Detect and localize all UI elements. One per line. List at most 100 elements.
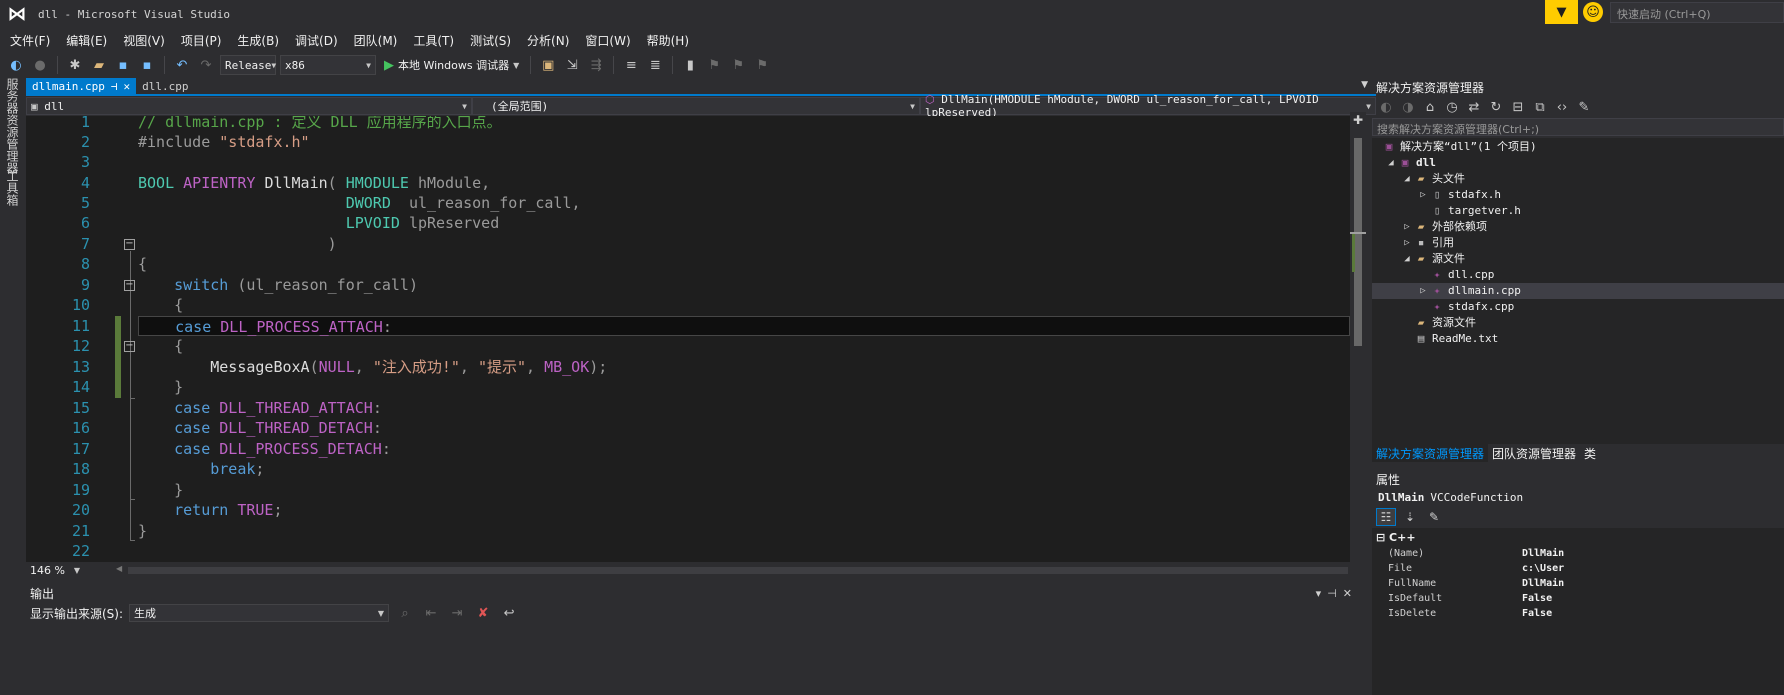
redo-icon[interactable]: ↷ <box>196 55 216 75</box>
menu-item-10[interactable]: 窗口(W) <box>577 32 638 49</box>
start-debugging-button[interactable]: ▶ 本地 Windows 调试器 ▼ <box>380 55 523 75</box>
menu-item-11[interactable]: 帮助(H) <box>639 32 697 49</box>
collapse-all-icon[interactable]: ⊟ <box>1508 97 1528 117</box>
menu-item-0[interactable]: 文件(F) <box>2 32 58 49</box>
properties-wrench-icon[interactable]: ✎ <box>1574 97 1594 117</box>
split-window-icon[interactable]: ✚ <box>1352 114 1364 126</box>
tab-overflow-chevron-icon[interactable]: ▼ <box>1361 80 1368 90</box>
history-icon[interactable]: ◷ <box>1442 97 1462 117</box>
tree-item[interactable]: ✦ dll.cpp <box>1372 267 1784 283</box>
collapsed-triangle-icon[interactable]: ▷ <box>1418 187 1428 203</box>
home-icon[interactable]: ⌂ <box>1420 97 1440 117</box>
clear-all-icon[interactable]: ✘ <box>473 603 493 623</box>
tree-item[interactable]: ▰ 资源文件 <box>1372 315 1784 331</box>
menu-item-8[interactable]: 测试(S) <box>462 32 519 49</box>
properties-object-selector[interactable]: DllMain VCCodeFunction <box>1372 488 1784 506</box>
alphabetical-icon[interactable]: ⇣ <box>1400 508 1420 526</box>
property-pages-wrench-icon[interactable]: ✎ <box>1424 508 1444 526</box>
scrollbar-thumb[interactable] <box>128 567 1348 574</box>
property-row[interactable]: FullName DllMain <box>1372 576 1784 591</box>
tree-item[interactable]: ▤ ReadMe.txt <box>1372 331 1784 347</box>
editor-horizontal-scrollbar[interactable]: ◀ <box>116 564 1366 576</box>
tree-item[interactable]: ▷ ▰ 外部依赖项 <box>1372 219 1784 235</box>
member-dropdown[interactable]: ⬡ DllMain(HMODULE hModule, DWORD ul_reas… <box>920 93 1376 119</box>
tab-dllmain-cpp[interactable]: dllmain.cpp ⊣ ✕ <box>26 78 137 94</box>
dropdown-icon[interactable]: ▾ <box>1316 587 1328 600</box>
collapsed-triangle-icon[interactable]: ▷ <box>1402 235 1412 251</box>
collapse-icon[interactable]: ⊟ <box>1376 531 1389 544</box>
property-row[interactable]: (Name) DllMain <box>1372 546 1784 561</box>
new-project-icon[interactable]: ✱ <box>65 55 85 75</box>
forward-icon[interactable]: ◑ <box>1398 97 1418 117</box>
notification-flag-icon[interactable]: ▼ <box>1545 0 1578 24</box>
bookmark-icon[interactable]: ▮ <box>680 55 700 75</box>
fold-toggle-icon[interactable]: − <box>124 280 135 291</box>
previous-message-icon[interactable]: ⇤ <box>421 603 441 623</box>
expanded-triangle-icon[interactable]: ◢ <box>1402 251 1412 267</box>
menu-item-9[interactable]: 分析(N) <box>519 32 577 49</box>
tree-item[interactable]: ▯ targetver.h <box>1372 203 1784 219</box>
previous-bookmark-icon[interactable]: ⚑ <box>704 55 724 75</box>
step-over-icon[interactable]: ⇶ <box>586 55 606 75</box>
categorized-icon[interactable]: ☷ <box>1376 508 1396 526</box>
tab-class-view[interactable]: 类 <box>1580 444 1600 462</box>
property-row[interactable]: IsDefault False <box>1372 591 1784 606</box>
word-wrap-icon[interactable]: ↩ <box>499 603 519 623</box>
next-message-icon[interactable]: ⇥ <box>447 603 467 623</box>
expanded-triangle-icon[interactable]: ◢ <box>1386 155 1396 171</box>
find-in-files-icon[interactable]: ▣ <box>538 55 558 75</box>
collapsed-triangle-icon[interactable]: ▷ <box>1402 219 1412 235</box>
tree-item[interactable]: ✦ stdafx.cpp <box>1372 299 1784 315</box>
tree-item[interactable]: ◢ ▣ dll <box>1372 155 1784 171</box>
tab-team-explorer[interactable]: 团队资源管理器 <box>1488 444 1580 462</box>
sync-icon[interactable]: ⇄ <box>1464 97 1484 117</box>
step-into-icon[interactable]: ⇲ <box>562 55 582 75</box>
output-source-select[interactable]: 生成 ▼ <box>129 604 390 622</box>
zoom-level-select[interactable]: 146 % ▼ <box>26 563 84 577</box>
feedback-smiley-icon[interactable]: ☺ <box>1583 2 1603 22</box>
tree-item[interactable]: ▷ ✦ dllmain.cpp <box>1372 283 1784 299</box>
tree-item[interactable]: ▣ 解决方案“dll”(1 个项目) <box>1372 139 1784 155</box>
pin-icon[interactable]: ⊣ <box>111 80 118 93</box>
menu-item-3[interactable]: 项目(P) <box>173 32 230 49</box>
code-editor[interactable]: 1 2 3 4 5 6 7 8 9 10 11 12 13 14 15 16 17 18 19 20 21 22− − − /… <box>26 116 1350 562</box>
close-icon[interactable]: ✕ <box>123 80 130 93</box>
menu-item-5[interactable]: 调试(D) <box>287 32 346 49</box>
next-bookmark-icon[interactable]: ⚑ <box>728 55 748 75</box>
code-area[interactable]: // dllmain.cpp : 定义 DLL 应用程序的入口点。 #inclu… <box>138 116 1350 562</box>
navigate-back-icon[interactable]: ◐ <box>6 55 26 75</box>
navigate-forward-icon[interactable]: ● <box>30 55 50 75</box>
menu-item-6[interactable]: 团队(M) <box>346 32 406 49</box>
tab-solution-explorer[interactable]: 解决方案资源管理器 <box>1372 444 1489 462</box>
toolbox-tab[interactable]: 工具箱 <box>4 170 21 206</box>
server-explorer-tab[interactable]: 服务器资源管理器 <box>4 78 21 174</box>
back-icon[interactable]: ◐ <box>1376 97 1396 117</box>
comment-lines-icon[interactable]: ≡ <box>621 55 641 75</box>
fold-toggle-icon[interactable]: − <box>124 239 135 250</box>
property-category[interactable]: ⊟ C++ <box>1376 530 1416 546</box>
clear-bookmarks-icon[interactable]: ⚑ <box>752 55 772 75</box>
open-file-icon[interactable]: ▰ <box>89 55 109 75</box>
tab-dll-cpp[interactable]: dll.cpp <box>136 78 194 94</box>
property-row[interactable]: IsDelete False <box>1372 606 1784 621</box>
fold-toggle-icon[interactable]: − <box>124 341 135 352</box>
save-icon[interactable]: ▪ <box>113 55 133 75</box>
quick-launch-input[interactable]: 快速启动 (Ctrl+Q) <box>1610 2 1784 23</box>
tree-item[interactable]: ▷ ▪ 引用 <box>1372 235 1784 251</box>
find-message-icon[interactable]: ⌕ <box>395 603 415 623</box>
tree-item[interactable]: ◢ ▰ 头文件 <box>1372 171 1784 187</box>
show-all-files-icon[interactable]: ⧉ <box>1530 97 1550 117</box>
collapsed-triangle-icon[interactable]: ▷ <box>1418 283 1428 299</box>
menu-item-1[interactable]: 编辑(E) <box>58 32 115 49</box>
refresh-icon[interactable]: ↻ <box>1486 97 1506 117</box>
project-dropdown[interactable]: ▣ dll ▼ <box>26 97 472 115</box>
save-all-icon[interactable]: ▪ <box>137 55 157 75</box>
uncomment-lines-icon[interactable]: ≣ <box>645 55 665 75</box>
editor-vertical-scrollbar[interactable]: ✚ <box>1350 112 1366 562</box>
scroll-left-icon[interactable]: ◀ <box>116 564 122 573</box>
close-icon[interactable]: ✕ <box>1343 587 1358 600</box>
view-code-icon[interactable]: ‹› <box>1552 97 1572 117</box>
tree-item[interactable]: ▷ ▯ stdafx.h <box>1372 187 1784 203</box>
solution-explorer-search-input[interactable]: 搜索解决方案资源管理器(Ctrl+;) <box>1372 118 1784 136</box>
scope-dropdown[interactable]: (全局范围) ▼ <box>472 97 920 115</box>
